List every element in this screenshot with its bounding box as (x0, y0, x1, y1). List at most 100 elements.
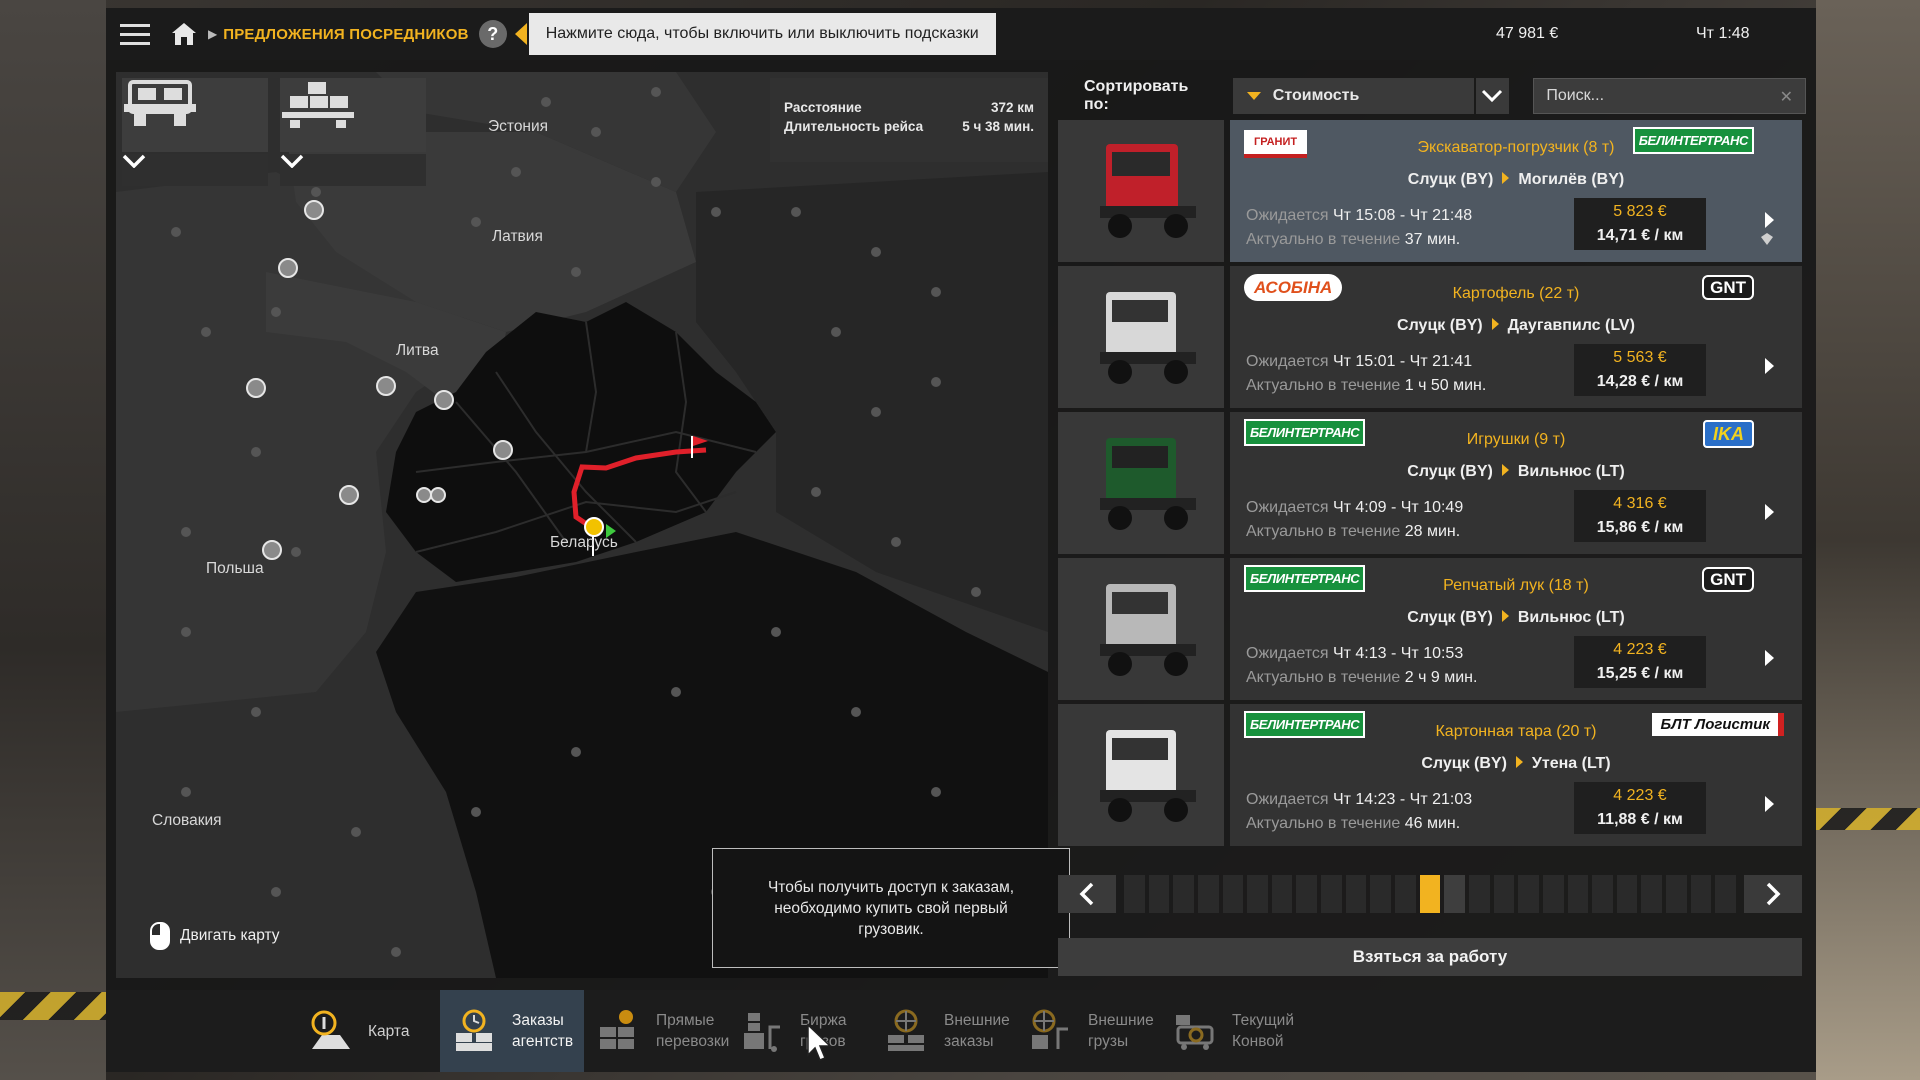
tab-current-convoy[interactable]: Текущий Конвой (1160, 990, 1320, 1072)
freight-market-icon (740, 1008, 786, 1054)
page-dot[interactable] (1641, 875, 1663, 913)
tab-label: агентств (512, 1033, 574, 1050)
tab-external-cargo[interactable]: Внешние грузы (1016, 990, 1160, 1072)
page-dot[interactable] (1321, 875, 1342, 913)
open-offer-arrow-icon[interactable] (1765, 796, 1774, 812)
offer-item[interactable]: БЕЛИНТЕРТРАНС БЛТ Логистик Картонная тар… (1058, 704, 1802, 846)
offer-item[interactable]: АСОБІНА GNT Картофель (22 т) Слуцк (BY) Д… (1058, 266, 1802, 408)
trailer-filter-dropdown[interactable] (280, 154, 426, 186)
menu-icon[interactable] (106, 8, 164, 60)
route-from: Слуцк (BY) (1407, 463, 1493, 480)
mouse-icon (150, 922, 170, 950)
sort-dropdown-button[interactable] (1475, 78, 1510, 114)
tab-external-contracts[interactable]: Внешние заказы (872, 990, 1016, 1072)
chevron-down-icon (280, 154, 304, 168)
page-dot[interactable] (1197, 875, 1219, 913)
offer-item[interactable]: БЕЛИНТЕРТРАНС IKA Игрушки (9 т) Слуцк (B… (1058, 412, 1802, 554)
cargo-boxes-icon (282, 82, 354, 128)
hint-pointer-icon (514, 23, 527, 45)
map-panel[interactable]: Расстояние 372 км Длительность рейса 5 ч 3… (116, 72, 1048, 978)
page-dot[interactable] (1468, 875, 1490, 913)
price-total: 5 563 € (1613, 349, 1667, 366)
open-offer-arrow-icon[interactable] (1765, 650, 1774, 666)
take-job-button[interactable]: Взяться за работу (1058, 938, 1802, 976)
price-total: 4 223 € (1613, 787, 1667, 804)
page-dot[interactable] (1616, 875, 1638, 913)
distance-label: Расстояние (784, 100, 862, 115)
page-dot[interactable] (1690, 875, 1712, 913)
truck-filter-dropdown[interactable] (122, 154, 268, 186)
money-balance: 47 981 € (1496, 25, 1559, 42)
page-dot[interactable] (1592, 875, 1613, 913)
search-input[interactable] (1546, 87, 1767, 105)
truck-thumbnail (1058, 558, 1224, 700)
chevron-down-icon (122, 154, 146, 168)
page-dot[interactable] (1715, 875, 1737, 913)
breadcrumb-separator-icon: ▶ (208, 27, 218, 41)
offer-item[interactable]: ГРАНИТ БЕЛИНТЕРТРАНС Экскаватор-погрузчи… (1058, 120, 1802, 262)
valid-time: 46 мин. (1404, 815, 1461, 832)
page-dot[interactable] (1173, 875, 1194, 913)
expected-time: Чт 14:23 - Чт 21:03 (1332, 791, 1473, 808)
open-offer-arrow-icon[interactable] (1765, 358, 1774, 374)
page-dot[interactable] (1666, 875, 1687, 913)
route-to: Даугавпилс (LV) (1507, 317, 1635, 334)
tab-label: заказы (944, 1033, 994, 1050)
truck-filter-button[interactable] (122, 78, 268, 152)
truck-thumbnail (1058, 704, 1224, 846)
sort-label: Сортировать по: (1084, 78, 1189, 113)
offer-item[interactable]: БЕЛИНТЕРТРАНС GNT Репчатый лук (18 т) Сл… (1058, 558, 1802, 700)
next-page-button[interactable] (1744, 875, 1802, 913)
trailer-filter-button[interactable] (280, 78, 426, 152)
page-dot[interactable] (1493, 875, 1515, 913)
truck-icon (124, 80, 196, 126)
price-total: 5 823 € (1613, 203, 1667, 220)
page-dot[interactable] (1518, 875, 1539, 913)
price-per-km: 15,86 € / км (1596, 519, 1684, 536)
tab-direct-transport[interactable]: Прямые перевозки (584, 990, 729, 1072)
tab-map[interactable]: Карта (296, 990, 440, 1072)
hints-toggle-button[interactable]: Нажмите сюда, чтобы включить или выключи… (528, 13, 996, 55)
sort-select[interactable]: Стоимость (1232, 78, 1474, 114)
route-info-panel: Расстояние 372 км Длительность рейса 5 ч 3… (770, 78, 1048, 162)
chevron-left-icon (1079, 882, 1094, 906)
tab-freight-market[interactable]: Биржагрузов (728, 990, 872, 1072)
tab-label: Текущий (1232, 1012, 1294, 1029)
page-dot[interactable] (1370, 875, 1392, 913)
expected-label: Ожидается (1246, 207, 1329, 224)
page-dot[interactable] (1345, 875, 1367, 913)
map-label-estonia: Эстония (488, 118, 549, 135)
page-dot[interactable] (1271, 875, 1293, 913)
page-dot-current[interactable] (1419, 875, 1441, 913)
distance-value: 372 км (990, 100, 1034, 115)
page-dot[interactable] (1542, 875, 1564, 913)
open-offer-arrow-icon[interactable] (1765, 504, 1774, 520)
previous-page-button[interactable] (1058, 875, 1116, 913)
duration-label: Длительность рейса (784, 119, 924, 134)
offer-timing: Ожидается Чт 14:23 - Чт 21:03 Актуально … (1246, 788, 1472, 836)
page-dot[interactable] (1567, 875, 1589, 913)
help-button[interactable]: ? (478, 20, 507, 48)
route-from: Слуцк (BY) (1421, 755, 1507, 772)
truck-red-icon (1100, 144, 1196, 238)
globe-cargo-icon (1028, 1008, 1074, 1054)
search-field[interactable]: ✕ (1533, 78, 1806, 114)
offer-price: 4 223 € 11,88 € / км (1574, 782, 1706, 834)
open-offer-arrow-icon[interactable] (1765, 212, 1774, 228)
map-canvas[interactable] (116, 72, 1048, 978)
clear-search-icon[interactable]: ✕ (1780, 87, 1793, 107)
page-dot[interactable] (1296, 875, 1318, 913)
page-dot[interactable] (1247, 875, 1268, 913)
page-dot[interactable] (1395, 875, 1416, 913)
page-indicator[interactable] (1116, 875, 1744, 913)
route-from: Слуцк (BY) (1407, 171, 1494, 188)
page-dot[interactable] (1444, 875, 1465, 913)
tab-agency-orders[interactable]: Заказы агентств (440, 990, 584, 1072)
page-dot[interactable] (1124, 875, 1145, 913)
valid-time: 1 ч 50 мин. (1404, 377, 1487, 394)
page-dot[interactable] (1222, 875, 1244, 913)
page-dot[interactable] (1148, 875, 1170, 913)
valid-time: 37 мин. (1404, 231, 1461, 248)
cargo-name: Репчатый лук (18 т) (1443, 577, 1589, 594)
home-icon[interactable] (164, 8, 204, 60)
